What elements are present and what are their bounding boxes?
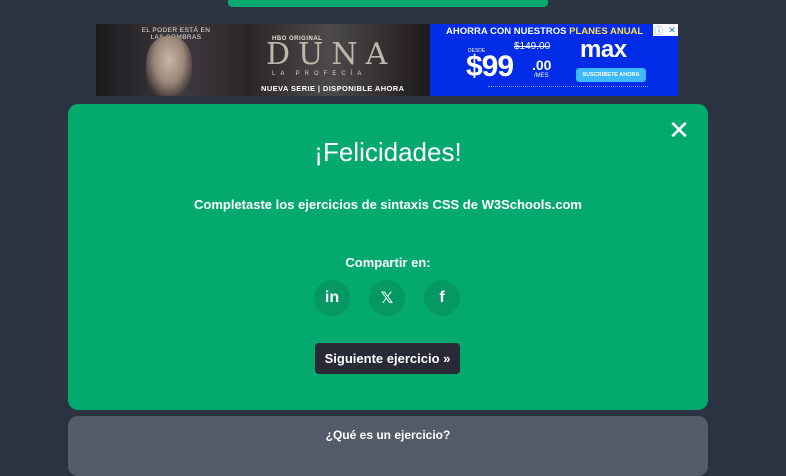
completion-message: Completaste los ejercicios de sintaxis C… <box>194 197 582 212</box>
ad-price-cents: .00 <box>532 57 552 73</box>
close-icon[interactable]: ✕ <box>666 24 678 36</box>
share-label: Compartir en: <box>345 255 431 270</box>
progress-bar <box>228 0 548 7</box>
ad-subscribe-button[interactable]: SUSCRÍBETE AHORA <box>576 68 646 82</box>
ad-image-panel[interactable]: EL PODER ESTÁ EN LAS SOMBRAS HBO ORIGINA… <box>96 24 430 96</box>
next-exercise-button[interactable]: Siguiente ejercicio » <box>315 343 460 374</box>
ad-fine-print <box>488 86 648 91</box>
ad-availability: NUEVA SERIE | DISPONIBLE AHORA <box>261 84 405 93</box>
x-icon: 𝕏 <box>380 290 394 307</box>
ad-per-month: /MES <box>534 73 549 79</box>
share-buttons: in 𝕏 f <box>314 280 460 316</box>
linkedin-icon: in <box>324 289 340 306</box>
linkedin-share-button[interactable]: in <box>314 280 350 316</box>
max-logo: max <box>580 36 627 63</box>
ad-offer-panel[interactable]: AHORRA CON NUESTROS PLANES ANUAL DESDE $… <box>430 24 678 96</box>
ad-headline-prefix: AHORRA CON NUESTROS <box>446 26 570 37</box>
ad-banner[interactable]: EL PODER ESTÁ EN LAS SOMBRAS HBO ORIGINA… <box>96 24 678 96</box>
x-share-button[interactable]: 𝕏 <box>369 280 405 316</box>
ad-show-title: DUNA <box>266 37 396 72</box>
ad-show-subtitle: LA PROFECÍA <box>272 71 367 77</box>
info-icon[interactable]: ⓘ <box>653 24 665 36</box>
ad-controls[interactable]: ⓘ ✕ <box>653 24 678 36</box>
ad-portrait <box>146 36 192 96</box>
modal-title: ¡Felicidades! <box>314 137 462 167</box>
faq-title: ¿Qué es un ejercicio? <box>325 428 451 442</box>
congratulations-modal: ✕ ¡Felicidades! Completaste los ejercici… <box>68 104 708 410</box>
ad-price: $99 <box>466 50 514 83</box>
ad-old-price: $149.00 <box>514 41 551 52</box>
faq-panel[interactable]: ¿Qué es un ejercicio? <box>68 416 708 476</box>
facebook-share-button[interactable]: f <box>424 280 460 316</box>
facebook-icon: f <box>439 289 445 306</box>
